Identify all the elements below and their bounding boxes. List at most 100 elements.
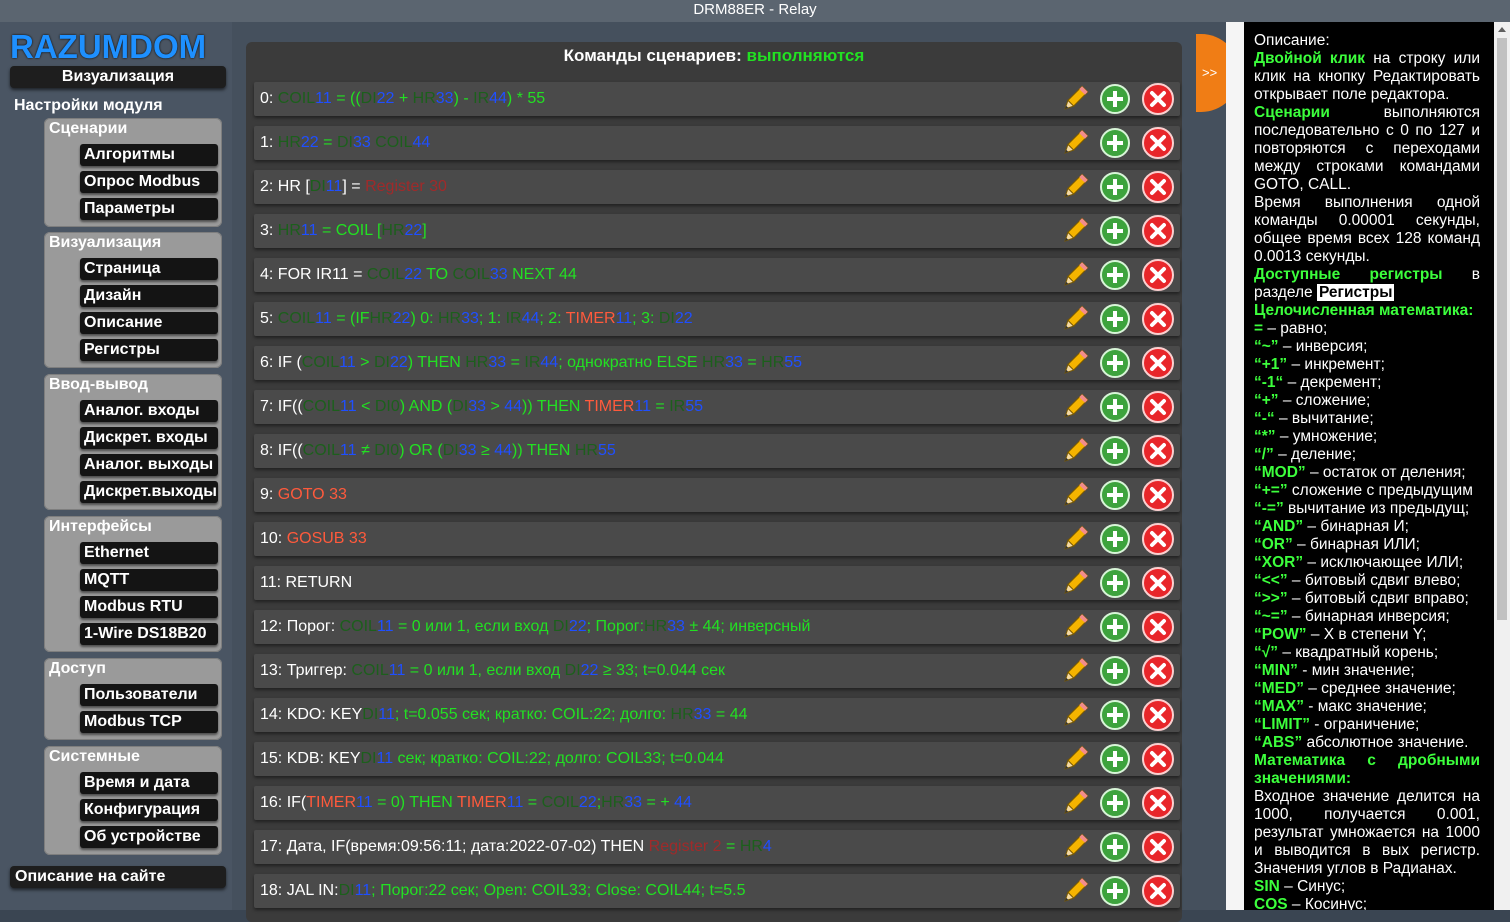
nav-item-button[interactable]: MQTT [80, 569, 218, 591]
delete-x-icon[interactable] [1142, 787, 1174, 819]
description-scroll-thumb[interactable] [1497, 38, 1507, 620]
delete-x-icon[interactable] [1142, 83, 1174, 115]
add-plus-icon[interactable] [1100, 612, 1130, 642]
edit-pencil-icon[interactable] [1060, 436, 1090, 466]
delete-x-icon[interactable] [1142, 127, 1174, 159]
command-row[interactable]: 7: IF((COIL11 < DI0) AND (DI33 > 44)) TH… [254, 390, 1180, 424]
command-row[interactable]: 0: COIL11 = ((DI22 + HR33) - IR44) * 55 [254, 82, 1180, 116]
command-row[interactable]: 13: Триггер: COIL11 = 0 или 1, если вход… [254, 654, 1180, 688]
nav-item-button[interactable]: Описание [80, 312, 218, 334]
edit-pencil-icon[interactable] [1060, 832, 1090, 862]
nav-item-button[interactable]: 1-Wire DS18B20 [80, 623, 218, 645]
nav-item-button[interactable]: Пользователи [80, 684, 218, 706]
command-row[interactable]: 17: Дата, IF(время:09:56:11; дата:2022-0… [254, 830, 1180, 864]
nav-item-button[interactable]: Время и дата [80, 772, 218, 794]
add-plus-icon[interactable] [1100, 524, 1130, 554]
nav-item-button[interactable]: Аналог. выходы [80, 454, 218, 476]
visualization-top-button[interactable]: Визуализация [10, 66, 226, 88]
nav-item-button[interactable]: Регистры [80, 339, 218, 361]
nav-item-button[interactable]: Modbus RTU [80, 596, 218, 618]
command-row[interactable]: 3: HR11 = COIL [HR22] [254, 214, 1180, 248]
delete-x-icon[interactable] [1142, 567, 1174, 599]
add-plus-icon[interactable] [1100, 304, 1130, 334]
nav-item-button[interactable]: Параметры [80, 198, 218, 220]
add-plus-icon[interactable] [1100, 436, 1130, 466]
command-row[interactable]: 4: FOR IR11 = COIL22 TO COIL33 NEXT 44 [254, 258, 1180, 292]
add-plus-icon[interactable] [1100, 128, 1130, 158]
delete-x-icon[interactable] [1142, 875, 1174, 907]
edit-pencil-icon[interactable] [1060, 128, 1090, 158]
nav-item-button[interactable]: Аналог. входы [80, 400, 218, 422]
nav-item-button[interactable]: Об устройстве [80, 826, 218, 848]
command-row[interactable]: 9: GOTO 33 [254, 478, 1180, 512]
delete-x-icon[interactable] [1142, 347, 1174, 379]
edit-pencil-icon[interactable] [1060, 260, 1090, 290]
site-description-link[interactable]: Описание на сайте [10, 866, 226, 888]
add-plus-icon[interactable] [1100, 480, 1130, 510]
delete-x-icon[interactable] [1142, 171, 1174, 203]
add-plus-icon[interactable] [1100, 84, 1130, 114]
delete-x-icon[interactable] [1142, 303, 1174, 335]
command-row[interactable]: 14: KDO: KEYDI11; t=0.055 сек; кратко: C… [254, 698, 1180, 732]
scroll-up-icon[interactable] [1498, 27, 1506, 32]
description-scrollbar[interactable] [1494, 22, 1510, 910]
command-row[interactable]: 11: RETURN [254, 566, 1180, 600]
edit-pencil-icon[interactable] [1060, 700, 1090, 730]
nav-item-button[interactable]: Дизайн [80, 285, 218, 307]
nav-item-button[interactable]: Дискрет. входы [80, 427, 218, 449]
delete-x-icon[interactable] [1142, 215, 1174, 247]
command-row[interactable]: 6: IF (COIL11 > DI22) THEN HR33 = IR44; … [254, 346, 1180, 380]
delete-x-icon[interactable] [1142, 391, 1174, 423]
nav-item-button[interactable]: Конфигурация [80, 799, 218, 821]
command-row[interactable]: 15: KDB: KEYDI11 сек; кратко: COIL:22; д… [254, 742, 1180, 776]
delete-x-icon[interactable] [1142, 611, 1174, 643]
add-plus-icon[interactable] [1100, 876, 1130, 906]
edit-pencil-icon[interactable] [1060, 788, 1090, 818]
delete-x-icon[interactable] [1142, 831, 1174, 863]
edit-pencil-icon[interactable] [1060, 744, 1090, 774]
delete-x-icon[interactable] [1142, 655, 1174, 687]
add-plus-icon[interactable] [1100, 392, 1130, 422]
delete-x-icon[interactable] [1142, 523, 1174, 555]
edit-pencil-icon[interactable] [1060, 392, 1090, 422]
add-plus-icon[interactable] [1100, 172, 1130, 202]
command-row[interactable]: 16: IF(TIMER11 = 0) THEN TIMER11 = COIL2… [254, 786, 1180, 820]
command-row[interactable]: 5: COIL11 = (IFHR22) 0: HR33; 1: IR44; 2… [254, 302, 1180, 336]
command-row[interactable]: 18: JAL IN:DI11; Порог:22 сек; Open: COI… [254, 874, 1180, 908]
edit-pencil-icon[interactable] [1060, 216, 1090, 246]
command-row[interactable]: 10: GOSUB 33 [254, 522, 1180, 556]
add-plus-icon[interactable] [1100, 788, 1130, 818]
add-plus-icon[interactable] [1100, 744, 1130, 774]
add-plus-icon[interactable] [1100, 832, 1130, 862]
delete-x-icon[interactable] [1142, 435, 1174, 467]
edit-pencil-icon[interactable] [1060, 568, 1090, 598]
edit-pencil-icon[interactable] [1060, 348, 1090, 378]
nav-item-button[interactable]: Ethernet [80, 542, 218, 564]
command-row[interactable]: 1: HR22 = DI33 COIL44 [254, 126, 1180, 160]
delete-x-icon[interactable] [1142, 699, 1174, 731]
edit-pencil-icon[interactable] [1060, 612, 1090, 642]
add-plus-icon[interactable] [1100, 568, 1130, 598]
edit-pencil-icon[interactable] [1060, 524, 1090, 554]
edit-pencil-icon[interactable] [1060, 876, 1090, 906]
edit-pencil-icon[interactable] [1060, 304, 1090, 334]
delete-x-icon[interactable] [1142, 259, 1174, 291]
add-plus-icon[interactable] [1100, 656, 1130, 686]
edit-pencil-icon[interactable] [1060, 656, 1090, 686]
command-row[interactable]: 8: IF((COIL11 ≠ DI0) OR (DI33 ≥ 44)) THE… [254, 434, 1180, 468]
nav-item-button[interactable]: Алгоритмы [80, 144, 218, 166]
nav-item-button[interactable]: Modbus TCP [80, 711, 218, 733]
add-plus-icon[interactable] [1100, 700, 1130, 730]
delete-x-icon[interactable] [1142, 479, 1174, 511]
nav-item-button[interactable]: Страница [80, 258, 218, 280]
command-row[interactable]: 2: HR [DI11] = Register 30 [254, 170, 1180, 204]
add-plus-icon[interactable] [1100, 348, 1130, 378]
edit-pencil-icon[interactable] [1060, 172, 1090, 202]
nav-item-button[interactable]: Дискрет.выходы [80, 481, 218, 503]
add-plus-icon[interactable] [1100, 216, 1130, 246]
edit-pencil-icon[interactable] [1060, 84, 1090, 114]
add-plus-icon[interactable] [1100, 260, 1130, 290]
nav-item-button[interactable]: Опрос Modbus [80, 171, 218, 193]
edit-pencil-icon[interactable] [1060, 480, 1090, 510]
command-row[interactable]: 12: Порог: COIL11 = 0 или 1, если вход D… [254, 610, 1180, 644]
